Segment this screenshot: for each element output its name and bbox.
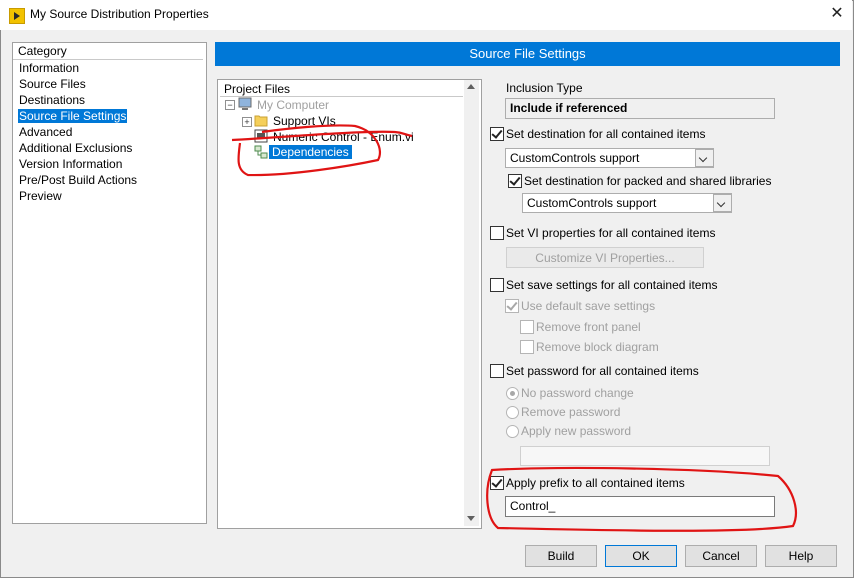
tree-item-numeric-control-enum[interactable]: Numeric Control - Enum.vi [273,130,414,144]
ok-button[interactable]: OK [605,545,677,567]
set-password-label: Set password for all contained items [506,364,699,378]
remove-front-panel-label: Remove front panel [536,320,641,334]
help-button[interactable]: Help [765,545,837,567]
tree-scrollbar[interactable] [464,80,479,526]
set-destination-checkbox[interactable] [490,127,504,141]
tree-item-dependencies[interactable]: Dependencies [269,145,352,159]
prefix-input[interactable]: Control_ [505,496,775,517]
inclusion-type-field: Include if referenced [505,98,775,119]
cancel-button[interactable]: Cancel [685,545,757,567]
dependencies-icon [254,145,268,159]
new-password-field[interactable] [520,446,770,466]
no-password-change-label: No password change [521,386,634,400]
customize-vi-properties-button[interactable]: Customize VI Properties... [506,247,704,268]
category-header: Category [13,44,202,60]
tree-item-my-computer[interactable]: My Computer [257,98,329,112]
remove-block-diagram-label: Remove block diagram [536,340,659,354]
chevron-down-icon[interactable] [695,149,714,167]
tree-item-support-vis[interactable]: Support VIs [273,114,336,128]
category-item-version-information[interactable]: Version Information [19,157,122,171]
set-destination-packed-checkbox[interactable] [508,174,522,188]
remove-front-panel-checkbox[interactable] [520,320,534,334]
collapse-icon[interactable]: − [225,100,235,110]
remove-password-label: Remove password [521,405,621,419]
scroll-up-icon[interactable] [467,84,475,89]
apply-new-password-radio[interactable] [506,425,519,438]
category-item-additional-exclusions[interactable]: Additional Exclusions [19,141,132,155]
header-divider [220,96,463,97]
app-logo-icon [9,8,25,24]
category-item-advanced[interactable]: Advanced [19,125,72,139]
set-destination-packed-label: Set destination for packed and shared li… [524,174,772,188]
set-vi-properties-checkbox[interactable] [490,226,504,240]
use-default-save-label: Use default save settings [521,299,656,313]
apply-prefix-label: Apply prefix to all contained items [506,476,685,490]
category-item-destinations[interactable]: Destinations [19,93,85,107]
window-title: My Source Distribution Properties [30,7,209,21]
category-item-pre-post-build-actions[interactable]: Pre/Post Build Actions [19,173,137,187]
close-icon[interactable]: ✕ [826,3,848,25]
no-password-change-radio[interactable] [506,387,519,400]
build-button[interactable]: Build [525,545,597,567]
project-files-header: Project Files [224,82,291,96]
vi-file-icon [254,129,268,143]
category-item-source-files[interactable]: Source Files [19,77,86,91]
remove-block-diagram-checkbox[interactable] [520,340,534,354]
set-vi-properties-label: Set VI properties for all contained item… [506,226,716,240]
scroll-down-icon[interactable] [467,516,475,521]
title-bar: My Source Distribution Properties ✕ [0,0,852,30]
computer-icon [238,97,252,110]
packed-destination-dropdown[interactable]: CustomControls support [522,193,732,213]
use-default-save-checkbox[interactable] [505,299,519,313]
set-password-checkbox[interactable] [490,364,504,378]
remove-password-radio[interactable] [506,406,519,419]
apply-new-password-label: Apply new password [521,424,632,438]
destination-dropdown[interactable]: CustomControls support [505,148,714,168]
folder-icon [254,115,268,127]
expand-icon[interactable]: + [242,117,252,127]
set-destination-label: Set destination for all contained items [506,127,706,141]
category-item-preview[interactable]: Preview [19,189,62,203]
category-item-information[interactable]: Information [19,61,79,75]
category-item-source-file-settings[interactable]: Source File Settings [18,109,128,123]
chevron-down-icon[interactable] [713,194,732,212]
inclusion-type-label: Inclusion Type [506,81,583,95]
set-save-settings-checkbox[interactable] [490,278,504,292]
set-save-settings-label: Set save settings for all contained item… [506,278,718,292]
section-title: Source File Settings [215,42,840,66]
apply-prefix-checkbox[interactable] [490,476,504,490]
